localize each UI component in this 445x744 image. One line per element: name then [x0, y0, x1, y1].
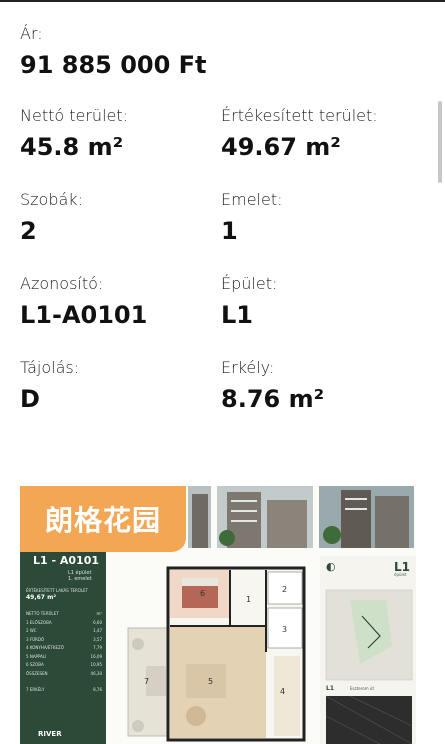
- room-row: 4 KONYHA/ÉTKEZŐ 7,79: [26, 645, 102, 650]
- id-field: Azonosító: L1-A0101: [20, 274, 147, 330]
- room-row: 1 ELŐSZOBA 6,60: [26, 619, 102, 625]
- site-map: L1 Eszterom út: [320, 556, 416, 744]
- apartment-info-panel: L1 - A0101 L1 épület 1. emelet ÉRTÉKESÍT…: [20, 544, 106, 744]
- id-label: Azonosító:: [20, 274, 104, 293]
- floor-label: Emelet:: [221, 190, 283, 209]
- orientation-field: Tájolás: D: [20, 358, 79, 414]
- balcony-value: 8.76 m²: [221, 385, 325, 413]
- room-list: NETTÓ TERÜLET m² 1 ELŐSZOBA 6,60 2 WC 1,47 …: [26, 610, 102, 695]
- floor-field: Emelet: 1: [221, 190, 283, 246]
- building-value: L1: [221, 301, 253, 329]
- room-row: 3 FÜRDŐ 3,57: [26, 636, 102, 642]
- floor-value: 1: [221, 217, 238, 245]
- building-photo-2: [217, 486, 313, 548]
- valued-area-value: 49.67 m²: [221, 133, 341, 161]
- price-value: 91 885 000 Ft: [20, 51, 207, 79]
- room-row: 5 NAPPALI 16,09: [26, 653, 102, 659]
- valued-area-label: Értékesített terület:: [221, 106, 378, 125]
- svg-text:4: 4: [280, 687, 285, 696]
- brand-text: RIVER: [38, 730, 62, 738]
- price-label: Ár:: [20, 24, 43, 43]
- orientation-label: Tájolás:: [20, 358, 80, 377]
- floorplan-drawing: 6 1 2 3 5 4 7: [127, 566, 306, 742]
- net-area-label: Nettó terület:: [20, 106, 129, 125]
- building-field: Épület: L1: [221, 274, 277, 330]
- room-row: 7 ERKÉLY 8,76: [26, 687, 102, 692]
- apartment-area-value: 49,67 m²: [26, 594, 56, 601]
- net-area-value: 45.8 m²: [20, 133, 124, 161]
- map-building-subtitle: épület: [394, 572, 407, 577]
- net-area-field: Nettó terület: 45.8 m²: [20, 106, 128, 162]
- rooms-field: Szobák: 2: [20, 190, 83, 246]
- compass-icon: ◐: [326, 560, 336, 573]
- street-label: Eszterom út: [350, 686, 374, 691]
- room-row: 2 WC 1,47: [26, 628, 102, 633]
- rooms-value: 2: [20, 217, 37, 245]
- room-row: ÖSSZESEN 46,30: [26, 670, 102, 676]
- apartment-area-label: ÉRTÉKESÍTETT LAKÁS TERÜLET: [26, 588, 88, 593]
- watermark-badge: 朗格花园: [20, 486, 186, 552]
- apartment-subtitle: L1 épület 1. emelet: [68, 570, 92, 582]
- svg-text:2: 2: [282, 585, 287, 594]
- building-label: Épület:: [221, 274, 278, 293]
- rooms-label: Szobák:: [20, 190, 83, 209]
- svg-text:5: 5: [208, 677, 213, 686]
- svg-text:6: 6: [200, 589, 205, 598]
- scrollbar-thumb[interactable]: [438, 101, 442, 183]
- svg-text:3: 3: [282, 625, 287, 634]
- room-row: 6 SZOBA 10,95: [26, 662, 102, 667]
- building-photo-3: [319, 486, 414, 548]
- id-value: L1-A0101: [20, 301, 148, 329]
- svg-text:1: 1: [246, 595, 251, 604]
- valued-area-field: Értékesített terület: 49.67 m²: [221, 106, 378, 162]
- apartment-title: L1 - A0101: [33, 554, 100, 567]
- orientation-value: D: [20, 385, 40, 413]
- building-photo-1: [188, 486, 211, 548]
- balcony-field: Erkély: 8.76 m²: [221, 358, 324, 414]
- svg-text:7: 7: [144, 677, 149, 686]
- room-list-header: NETTÓ TERÜLET m²: [26, 611, 102, 616]
- balcony-label: Erkély:: [221, 358, 275, 377]
- price-field: Ár: 91 885 000 Ft: [20, 24, 207, 80]
- map-building-label: L1: [326, 685, 334, 692]
- top-border: [0, 0, 445, 2]
- floorplan-image[interactable]: L1 - A0101 L1 épület 1. emelet ÉRTÉKESÍT…: [20, 486, 416, 744]
